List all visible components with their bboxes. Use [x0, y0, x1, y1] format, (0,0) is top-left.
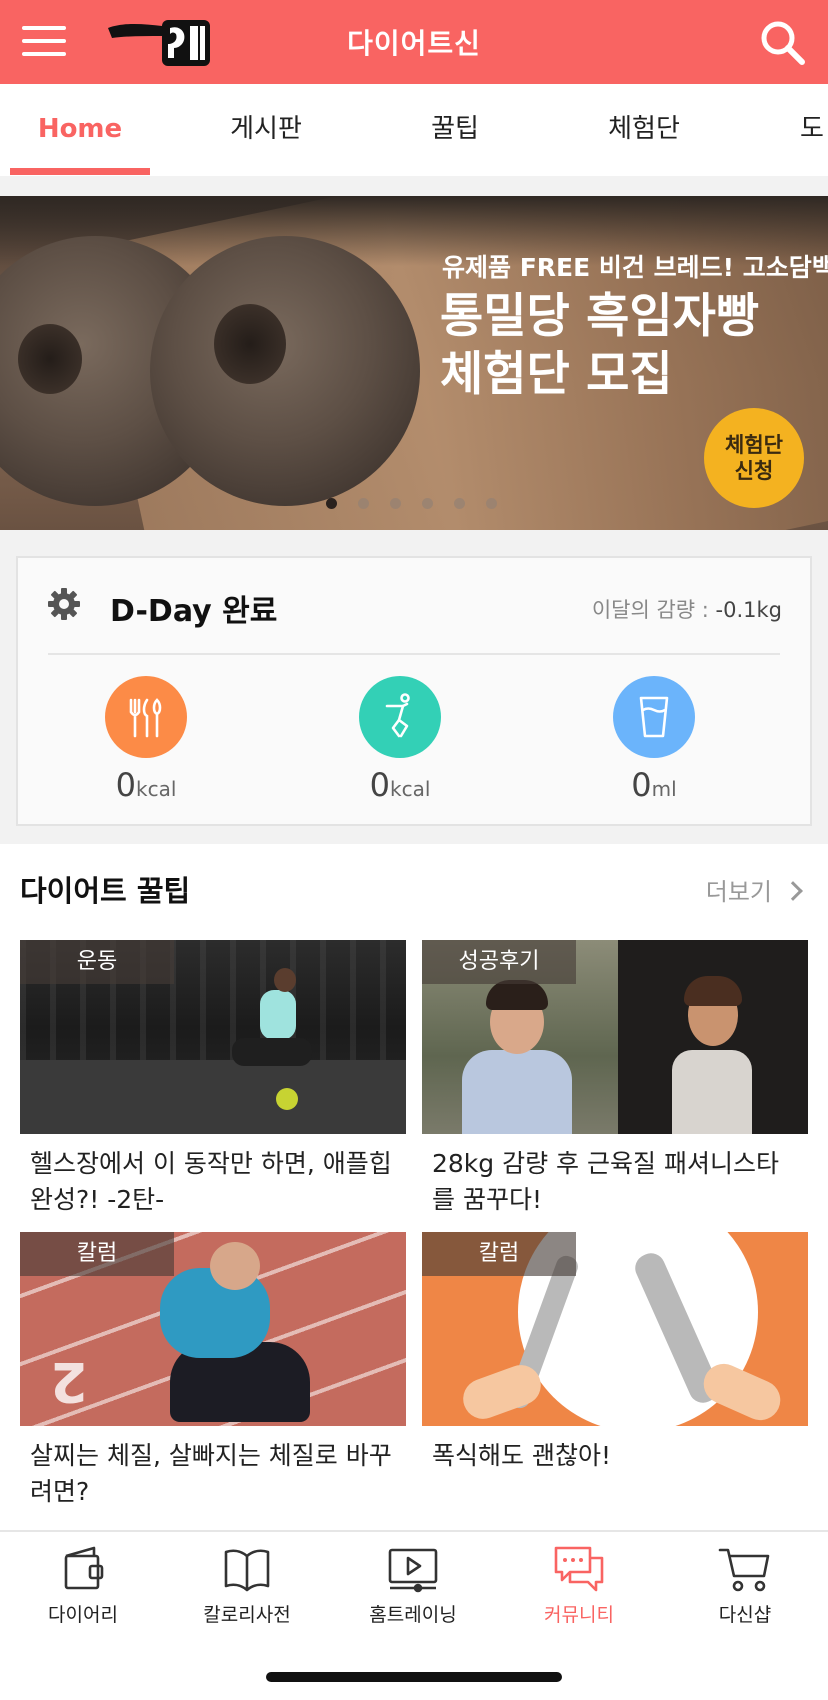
tab-tips[interactable]: 꿀팁	[385, 84, 525, 176]
carousel-dot[interactable]	[358, 498, 369, 509]
loss-label: 이달의 감량 :	[591, 598, 716, 622]
chevron-right-icon	[783, 881, 803, 901]
banner-subtitle: 유제품 FREE 비건 브레드! 고소담백	[442, 253, 828, 282]
banner-title-line: 체험단 모집	[440, 347, 673, 402]
card-category-tag: 성공후기	[422, 940, 576, 984]
dday-title: D-Day 완료	[110, 594, 278, 629]
tip-card[interactable]: 2 칼럼 살찌는 체질, 살빠지는 체질로 바꾸려면?	[20, 1232, 406, 1510]
loss-value: -0.1kg	[715, 598, 782, 622]
more-label: 더보기	[705, 878, 772, 906]
badge-label: 체험단	[725, 433, 783, 457]
carousel-dot[interactable]	[486, 498, 497, 509]
nav-community[interactable]: 커뮤니티	[504, 1544, 654, 1627]
nav-home-training[interactable]: 홈트레이닝	[338, 1544, 488, 1627]
promo-banner[interactable]: 유제품 FREE 비건 브레드! 고소담백 통밀당 흑임자빵 체험단 모집 체험…	[0, 196, 828, 530]
chat-bubbles-icon	[554, 1546, 604, 1592]
badge-label: 신청	[734, 459, 774, 483]
home-indicator[interactable]	[266, 1672, 562, 1682]
monthly-loss: 이달의 감량 : -0.1kg	[592, 594, 782, 624]
nav-label: 커뮤니티	[544, 1604, 614, 1626]
tip-card[interactable]: 성공후기 28kg 감량 후 근육질 패셔니스타를 꿈꾸다!	[422, 940, 808, 1218]
tip-card[interactable]: 칼럼 폭식해도 괜찮아!	[422, 1232, 808, 1474]
tip-card[interactable]: 운동 헬스장에서 이 동작만 하면, 애플힙 완성?! -2탄-	[20, 940, 406, 1218]
tip-card-title: 살찌는 체질, 살빠지는 체질로 바꾸려면?	[30, 1441, 392, 1506]
card-category-tag: 칼럼	[20, 1232, 174, 1276]
tip-card-title: 폭식해도 괜찮아!	[432, 1441, 611, 1470]
nav-label: 칼로리사전	[203, 1604, 291, 1626]
card-category-tag: 칼럼	[422, 1232, 576, 1276]
video-play-icon	[388, 1548, 438, 1593]
tab-more[interactable]: 도	[800, 84, 828, 176]
nav-diary[interactable]: 다이어리	[8, 1544, 158, 1627]
carousel-dot[interactable]	[454, 498, 465, 509]
stat-unit: kcal	[135, 777, 177, 801]
tip-card-title: 28kg 감량 후 근육질 패셔니스타를 꿈꾸다!	[432, 1149, 779, 1214]
divider	[48, 653, 780, 655]
water-intake-stat[interactable]: 0ml	[574, 676, 734, 804]
banner-title-line: 통밀당 흑임자빵	[440, 289, 760, 344]
carousel-dot[interactable]	[422, 498, 433, 509]
divider-band	[0, 176, 828, 196]
nav-label: 다신샵	[718, 1604, 772, 1626]
carousel-dot[interactable]	[390, 498, 401, 509]
tab-trial[interactable]: 체험단	[574, 84, 714, 176]
tip-card-title: 헬스장에서 이 동작만 하면, 애플힙 완성?! -2탄-	[30, 1149, 392, 1214]
tip-card-image: 운동	[20, 940, 406, 1134]
water-cup-icon	[613, 676, 695, 758]
banner-title: 통밀당 흑임자빵 체험단 모집	[440, 288, 759, 404]
stat-value: 0	[631, 766, 652, 804]
more-link[interactable]: 더보기	[705, 872, 803, 907]
tab-board[interactable]: 게시판	[196, 84, 336, 176]
nav-label: 다이어리	[48, 1604, 118, 1626]
food-calorie-stat[interactable]: 0kcal	[66, 676, 226, 804]
app-title: 다이어트신	[347, 27, 481, 60]
exercise-figure-icon	[359, 676, 441, 758]
bottom-navigation: 다이어리 칼로리사전 홈트레이닝 커뮤니티 다신샵	[0, 1530, 828, 1640]
tip-card-image: 2 칼럼	[20, 1232, 406, 1426]
tips-section-title: 다이어트 꿀팁	[20, 874, 191, 908]
dday-card: D-Day 완료 이달의 감량 : -0.1kg 0kcal 0kcal 0ml	[16, 556, 812, 826]
shopping-cart-icon	[718, 1548, 770, 1592]
app-header: 다이어트신	[0, 0, 828, 84]
stat-unit: ml	[651, 777, 677, 801]
exercise-calorie-stat[interactable]: 0kcal	[320, 676, 480, 804]
tip-card-image: 칼럼	[422, 1232, 808, 1426]
fork-knife-icon	[105, 676, 187, 758]
bagel-image	[150, 236, 420, 506]
stat-value: 0	[115, 766, 136, 804]
open-book-icon	[224, 1549, 270, 1592]
stat-value: 0	[369, 766, 390, 804]
nav-shop[interactable]: 다신샵	[670, 1544, 820, 1627]
diary-wallet-icon	[64, 1546, 104, 1590]
stat-unit: kcal	[389, 777, 431, 801]
card-category-tag: 운동	[20, 940, 174, 984]
search-icon[interactable]	[758, 18, 806, 66]
tab-home[interactable]: Home	[10, 84, 150, 176]
nav-calorie-dictionary[interactable]: 칼로리사전	[172, 1544, 322, 1627]
apply-trial-button[interactable]: 체험단 신청	[704, 408, 804, 508]
top-tab-bar: Home 게시판 꿀팁 체험단 도	[0, 84, 828, 176]
tip-card-image: 성공후기	[422, 940, 808, 1134]
carousel-dot[interactable]	[326, 498, 337, 509]
nav-label: 홈트레이닝	[369, 1604, 457, 1626]
active-tab-indicator	[10, 168, 150, 175]
gear-icon[interactable]	[46, 586, 82, 622]
